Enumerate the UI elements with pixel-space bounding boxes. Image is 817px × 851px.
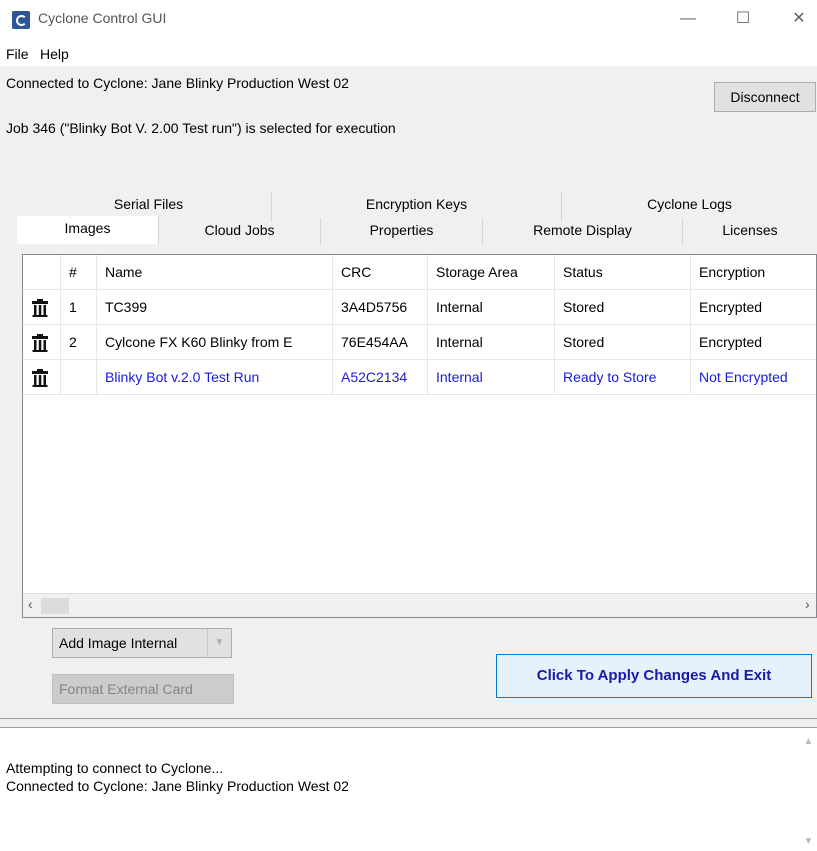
header-number[interactable]: # [61,255,97,290]
row-crc: 3A4D5756 [333,290,428,325]
cyclone-app-icon [12,11,30,29]
table-row-pending[interactable]: Blinky Bot v.2.0 Test Run A52C2134 Inter… [23,360,816,395]
row-name: Cylcone FX K60 Blinky from E [97,325,333,360]
row-number [61,360,97,395]
row-crc: 76E454AA [333,325,428,360]
row-number: 2 [61,325,97,360]
log-line: Connected to Cyclone: Jane Blinky Produc… [6,778,349,794]
add-image-label: Add Image Internal [59,635,178,651]
delete-cell[interactable] [23,325,61,360]
trash-icon[interactable] [31,334,49,352]
scroll-up-icon[interactable]: ▲ [800,736,817,747]
row-encryption: Encrypted [699,299,763,315]
log-line: Attempting to connect to Cyclone... [6,760,224,776]
table-row[interactable]: 2 Cylcone FX K60 Blinky from E 76E454AA … [23,325,816,360]
table-row[interactable]: 1 TC399 3A4D5756 Internal Stored Encrypt… [23,290,816,325]
row-name: TC399 [97,290,333,325]
row-crc: A52C2134 [333,360,428,395]
chevron-down-icon[interactable]: ▼ [207,629,231,657]
row-encryption: Not Encrypted [699,369,788,385]
tab-strip: Serial Files Encryption Keys Cyclone Log… [0,182,817,244]
format-external-card-button[interactable]: Format External Card [52,674,234,704]
delete-cell[interactable] [23,290,61,325]
connection-panel: Connected to Cyclone: Jane Blinky Produc… [0,66,817,182]
trash-icon[interactable] [31,369,49,387]
window-title: Cyclone Control GUI [38,10,167,26]
log-vertical-scrollbar[interactable]: ▲ ▼ [800,728,817,851]
row-encryption: Encrypted [699,334,763,350]
header-name[interactable]: Name [97,255,333,290]
row-storage-area: Internal [428,290,555,325]
scroll-thumb[interactable] [41,598,69,614]
header-delete [23,255,61,290]
menu-bar: File Help [0,40,817,66]
scroll-left-icon[interactable]: ‹ [28,596,33,612]
table-header-row: # Name CRC Storage Area Status Encryptio… [23,255,816,290]
tab-images[interactable]: Images [17,216,159,244]
horizontal-scrollbar[interactable]: ‹ › [23,593,816,617]
scroll-right-icon[interactable]: › [805,596,810,612]
row-storage-area: Internal [428,325,555,360]
header-crc[interactable]: CRC [333,255,428,290]
menu-file[interactable]: File [6,46,29,62]
row-number: 1 [61,290,97,325]
add-image-dropdown[interactable]: Add Image Internal ▼ [52,628,232,658]
row-name: Blinky Bot v.2.0 Test Run [97,360,333,395]
menu-help[interactable]: Help [40,46,69,62]
images-panel: # Name CRC Storage Area Status Encryptio… [0,244,817,718]
minimize-button[interactable]: — [673,6,703,32]
log-output: Attempting to connect to Cyclone... Conn… [0,728,817,851]
images-table: # Name CRC Storage Area Status Encryptio… [22,254,817,618]
trash-icon[interactable] [31,299,49,317]
close-button[interactable]: ✕ [784,6,814,32]
delete-cell[interactable] [23,360,61,395]
header-status[interactable]: Status [555,255,691,290]
disconnect-button[interactable]: Disconnect [714,82,816,112]
scroll-down-icon[interactable]: ▼ [800,836,817,847]
tab-properties[interactable]: Properties [321,218,483,244]
row-status: Stored [555,325,691,360]
apply-changes-exit-button[interactable]: Click To Apply Changes And Exit [496,654,812,698]
row-status: Stored [555,290,691,325]
row-status: Ready to Store [555,360,691,395]
panel-splitter[interactable] [0,718,817,728]
title-bar: Cyclone Control GUI — ☐ ✕ [0,0,817,40]
connection-status: Connected to Cyclone: Jane Blinky Produc… [6,75,349,91]
tab-cloud-jobs[interactable]: Cloud Jobs [159,218,321,244]
tab-remote-display[interactable]: Remote Display [483,218,683,244]
header-encryption[interactable]: Encryption [691,255,816,290]
row-storage-area: Internal [428,360,555,395]
maximize-button[interactable]: ☐ [728,6,758,32]
tab-licenses[interactable]: Licenses [683,218,817,244]
job-selection-text: Job 346 ("Blinky Bot V. 2.00 Test run") … [6,120,396,136]
header-storage-area[interactable]: Storage Area [428,255,555,290]
